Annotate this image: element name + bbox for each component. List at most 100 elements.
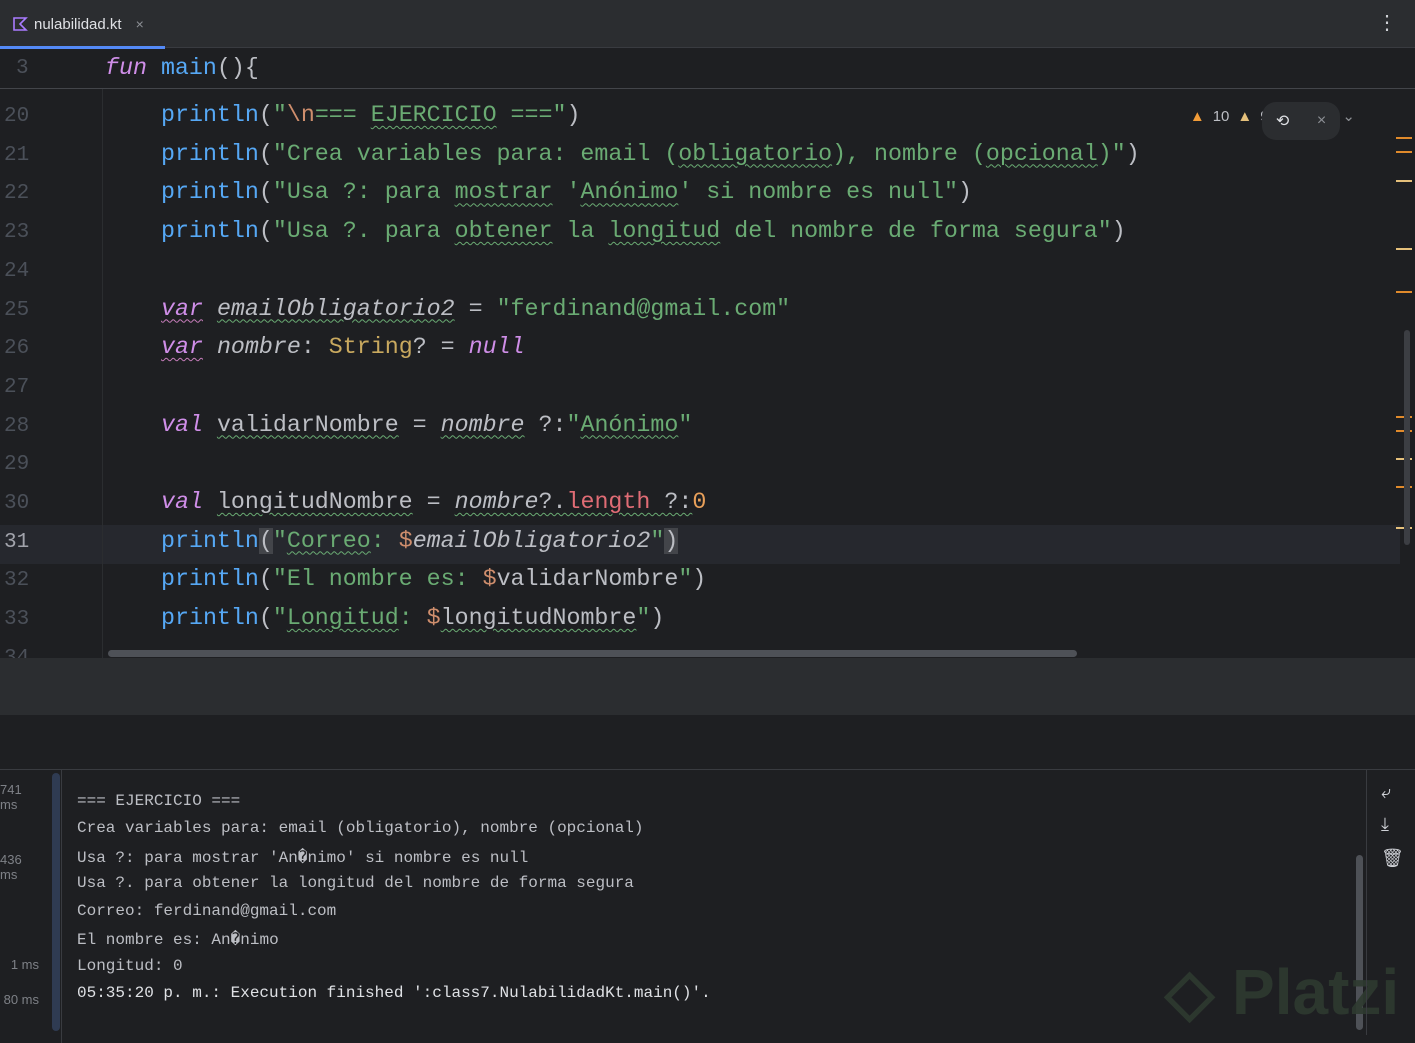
code-line[interactable]: 26 var nombre: String? = null [0,331,1400,370]
line-number: 29 [4,453,30,477]
code-token: ' si nombre es null" [678,179,958,206]
code-token: ( [258,218,273,245]
scroll-to-end-icon[interactable]: ⤓ [1381,814,1389,835]
code-text: println("Crea variables para: email (obl… [161,141,1140,167]
code-token: ?: [650,489,693,515]
console-line: Usa ?. para obtener la longitud del nomb… [77,874,634,892]
error-stripe-mark[interactable] [1396,137,1412,139]
error-stripe-mark[interactable] [1396,291,1412,293]
sticky-header[interactable]: 3 fun main(){ ▲10 ▲9 ✓45 ⌃ ⌄ [0,49,1415,125]
code-token: ?. [538,489,567,515]
gutter-divider [102,89,103,658]
code-token: ( [258,527,273,554]
code-line[interactable]: 25 var emailObligatorio2 = "ferdinand@gma… [0,293,1400,332]
tab-label: nulabilidad.kt [34,15,122,33]
code-token: : [398,605,427,632]
console-line: El nombre es: An�nimo [77,931,279,949]
code-editor[interactable]: 20 println("\n=== EJERCICIO ===") 21 printl… [0,89,1415,658]
code-token: 0 [692,489,707,515]
code-line[interactable]: 30 val longitudNombre = nombre?.length ?:… [0,486,1400,525]
code-line[interactable]: 21 println("Crea variables para: email (o… [0,138,1400,177]
code-text: println("\n=== EJERCICIO ===") [161,102,580,128]
timings-scrollbar[interactable] [52,773,60,1031]
run-panel-header [0,715,1415,770]
code-token: " [650,527,665,554]
code-text: var emailObligatorio2 = "ferdinand@gmail… [161,296,790,322]
code-token: " [272,102,287,128]
code-token: ? = [412,334,469,361]
code-token: del nombre de forma segura" [720,218,1112,245]
close-popup-icon[interactable]: × [1317,112,1326,130]
code-token: println [161,179,259,206]
code-token: )" [1097,140,1126,167]
code-line[interactable]: 22 println("Usa ?: para mostrar 'Anónimo'… [0,176,1400,215]
warning-stripe-mark[interactable] [1396,248,1412,250]
line-number: 20 [4,105,30,128]
code-text: println("El nombre es: $validarNombre") [161,566,706,592]
line-number: 28 [4,414,30,438]
code-text: println("Usa ?: para mostrar 'Anónimo' s… [161,179,972,205]
code-token: String [328,334,413,361]
code-token: = [412,489,455,515]
code-token: obligatorio [678,140,833,167]
kotlin-file-icon [13,17,28,31]
code-token: ( [258,566,273,593]
ai-sync-icon[interactable]: ⟲ [1276,111,1289,131]
splitter[interactable] [0,658,1415,715]
code-line[interactable]: 24 [0,254,1400,293]
trash-icon[interactable]: 🗑 [1381,848,1404,869]
code-token: Correo [286,527,371,554]
code-line[interactable]: 20 println("\n=== EJERCICIO ===") [0,99,1400,138]
line-number: 24 [4,259,30,283]
tab-nulabilidad[interactable]: nulabilidad.kt × [0,0,165,49]
code-text: val validarNombre = nombre ?:"Anónimo" [161,412,692,438]
code-line[interactable]: 23 println("Usa ?. para obtener la longit… [0,215,1400,254]
code-text: var nombre: String? = null [161,334,525,360]
code-token: ( [258,179,273,206]
close-tab-icon[interactable]: × [136,16,144,32]
more-options-icon[interactable]: ⋮ [1377,10,1397,35]
code-token: obtener [454,218,553,245]
timing: 80 ms [3,992,39,1007]
code-token: ) [692,566,707,593]
code-line[interactable]: 29 [0,447,1400,486]
code-token: emailObligatorio2 [412,527,651,554]
code-line[interactable]: 28 val validarNombre = nombre ?:"Anónimo" [0,409,1400,448]
code-token: ) [566,102,581,128]
code-token: ( [258,140,273,167]
code-text: val longitudNombre = nombre?.length ?:0 [161,489,706,515]
vertical-scrollbar[interactable] [1404,330,1410,545]
code-token: " [678,566,693,593]
warning-stripe-mark[interactable] [1396,180,1412,182]
console-line: Crea variables para: email (obligatorio)… [77,819,644,837]
code-token: val [161,489,203,515]
code-token: longitudNombre [440,605,637,632]
horizontal-scrollbar[interactable] [108,650,1077,657]
line-number: 22 [4,182,30,206]
code-token: "Usa ?: para [272,179,455,206]
code-token: "Usa ?. para [272,218,455,245]
code-token: opcional [985,140,1098,167]
code-token: ' [552,179,581,206]
console-line: Longitud: 0 [77,957,183,975]
code-token: "ferdinand@gmail.com" [496,295,791,322]
code-token: nombre [440,411,525,438]
error-stripe-mark[interactable] [1396,151,1412,153]
code-token: nombre [454,489,539,515]
code-token: \n [286,102,315,128]
code-line[interactable]: 31 println("Correo: $emailObligatorio2") [0,524,1400,564]
timing: 741 ms [0,782,22,812]
code-token: ) [1125,140,1140,167]
soft-wrap-icon[interactable]: ⤶ [1381,782,1391,803]
code-token: " [272,605,287,632]
code-line[interactable]: 27 [0,370,1400,409]
code-line[interactable]: 33 println("Longitud: $longitudNombre") [0,602,1400,641]
code-line[interactable]: 32 println("El nombre es: $validarNombre"… [0,563,1400,602]
code-token: emailObligatorio2 [216,295,455,322]
code-token: ?: [524,411,567,438]
code-token: = [398,411,441,438]
